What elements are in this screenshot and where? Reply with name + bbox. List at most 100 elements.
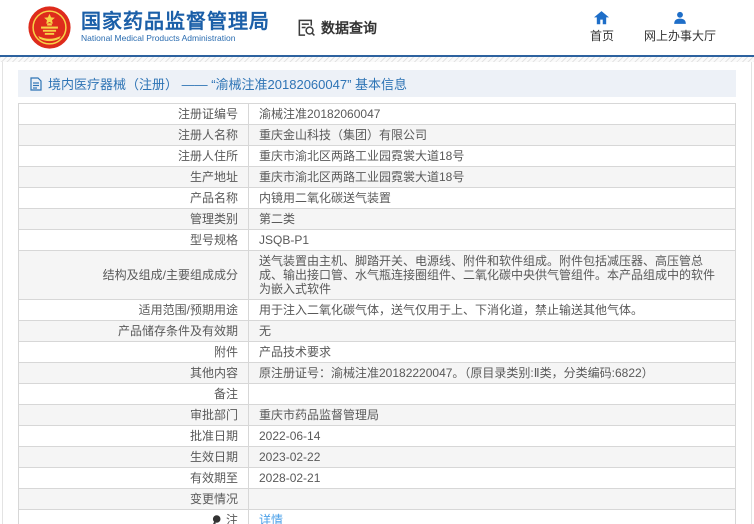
data-query-label: 数据查询 bbox=[321, 19, 377, 36]
field-value-text: 内镜用二氧化碳送气装置 bbox=[259, 191, 392, 205]
note-icon bbox=[212, 515, 221, 524]
table-row: 注册证编号 渝械注准20182060047 bbox=[18, 103, 736, 125]
field-label-text: 生效日期 bbox=[189, 450, 238, 464]
nav-item-service-hall[interactable]: 网上办事大厅 bbox=[644, 11, 716, 44]
field-label-text: 产品储存条件及有效期 bbox=[117, 324, 238, 338]
field-value: 2022-06-14 bbox=[248, 425, 736, 447]
table-row: 批准日期 2022-06-14 bbox=[18, 425, 736, 447]
field-label-text: 适用范围/预期用途 bbox=[138, 303, 238, 317]
field-value-text: JSQB-P1 bbox=[259, 233, 310, 247]
agency-name-en: National Medical Products Administration bbox=[81, 33, 236, 43]
field-value: 送气装置由主机、脚踏开关、电源线、附件和软件组成。附件包括减压器、高压管总成、输… bbox=[248, 250, 736, 300]
field-label: 有效期至 bbox=[18, 467, 249, 489]
field-label: 注册人名称 bbox=[18, 124, 249, 146]
field-label: 生效日期 bbox=[18, 446, 249, 468]
field-value-text: 重庆市渝北区两路工业园霓裳大道18号 bbox=[259, 149, 465, 163]
field-value-text: 重庆市渝北区两路工业园霓裳大道18号 bbox=[259, 170, 465, 184]
table-row: 备注 bbox=[18, 383, 736, 405]
field-value: JSQB-P1 bbox=[248, 229, 736, 251]
table-row: 注册人住所 重庆市渝北区两路工业园霓裳大道18号 bbox=[18, 145, 736, 167]
field-value-text: 第二类 bbox=[259, 212, 296, 226]
field-label: 型号规格 bbox=[18, 229, 249, 251]
field-value: 2028-02-21 bbox=[248, 467, 736, 489]
field-value: 详情 bbox=[248, 509, 736, 524]
field-value: 原注册证号：渝械注准20182220047。（原目录类别:Ⅱ类，分类编码:682… bbox=[248, 362, 736, 384]
table-row: 型号规格 JSQB-P1 bbox=[18, 229, 736, 251]
field-value-text: 重庆金山科技（集团）有限公司 bbox=[259, 128, 428, 142]
document-icon bbox=[30, 76, 42, 91]
table-row: 结构及组成/主要组成成分 送气装置由主机、脚踏开关、电源线、附件和软件组成。附件… bbox=[18, 250, 736, 300]
field-value-text: 2028-02-21 bbox=[259, 471, 321, 485]
header-nav: 首页 网上办事大厅 bbox=[590, 11, 754, 44]
field-label: 注册人住所 bbox=[18, 145, 249, 167]
nav-item-home[interactable]: 首页 bbox=[590, 11, 614, 44]
brand-text: 国家药品监督管理局 National Medical Products Admi… bbox=[81, 11, 270, 44]
page-title: 境内医疗器械（注册） —— “渝械注准20182060047” 基本信息 bbox=[48, 77, 408, 92]
field-label-text: 注 bbox=[225, 513, 238, 524]
table-row: 其他内容 原注册证号：渝械注准20182220047。（原目录类别:Ⅱ类，分类编… bbox=[18, 362, 736, 384]
field-value bbox=[248, 383, 736, 405]
table-row: 有效期至 2028-02-21 bbox=[18, 467, 736, 489]
field-value: 无 bbox=[248, 320, 736, 342]
field-value-text: 2022-06-14 bbox=[259, 429, 321, 443]
field-label: 审批部门 bbox=[18, 404, 249, 426]
field-label-text: 审批部门 bbox=[189, 408, 238, 422]
field-label: 批准日期 bbox=[18, 425, 249, 447]
field-label: 注 bbox=[18, 509, 249, 524]
field-label-text: 型号规格 bbox=[189, 233, 238, 247]
field-value-text: 送气装置由主机、脚踏开关、电源线、附件和软件组成。附件包括减压器、高压管总成、输… bbox=[259, 254, 716, 296]
table-row: 适用范围/预期用途 用于注入二氧化碳气体，送气仅用于上、下消化道，禁止输送其他气… bbox=[18, 299, 736, 321]
field-label-text: 结构及组成/主要组成成分 bbox=[102, 268, 238, 282]
field-label: 产品名称 bbox=[18, 187, 249, 209]
field-value: 产品技术要求 bbox=[248, 341, 736, 363]
field-value-text: 渝械注准20182060047 bbox=[259, 107, 381, 121]
field-value: 重庆市渝北区两路工业园霓裳大道18号 bbox=[248, 145, 736, 167]
field-value: 内镜用二氧化碳送气装置 bbox=[248, 187, 736, 209]
table-row: 注 详情 bbox=[18, 509, 736, 524]
breadcrumb: 境内医疗器械（注册） —— “渝械注准20182060047” 基本信息 bbox=[18, 70, 736, 97]
field-label: 附件 bbox=[18, 341, 249, 363]
field-label-text: 备注 bbox=[213, 387, 238, 401]
field-label: 管理类别 bbox=[18, 208, 249, 230]
field-label-text: 产品名称 bbox=[189, 191, 238, 205]
nav-item-label: 首页 bbox=[589, 29, 614, 43]
field-value: 第二类 bbox=[248, 208, 736, 230]
data-query-nav[interactable]: 数据查询 bbox=[296, 17, 377, 38]
field-label: 其他内容 bbox=[18, 362, 249, 384]
field-label: 适用范围/预期用途 bbox=[18, 299, 249, 321]
table-row: 附件 产品技术要求 bbox=[18, 341, 736, 363]
field-label-text: 注册人名称 bbox=[177, 128, 238, 142]
content-area: 境内医疗器械（注册） —— “渝械注准20182060047” 基本信息 注册证… bbox=[2, 62, 752, 524]
field-value-text: 重庆市药品监督管理局 bbox=[259, 408, 380, 422]
nmpa-brand[interactable]: 国家药品监督管理局 National Medical Products Admi… bbox=[27, 5, 270, 50]
field-label: 生产地址 bbox=[18, 166, 249, 188]
national-emblem-logo bbox=[27, 5, 72, 50]
field-value bbox=[248, 488, 736, 510]
field-label: 备注 bbox=[18, 383, 249, 405]
field-label-text: 注册人住所 bbox=[177, 149, 238, 163]
field-label: 结构及组成/主要组成成分 bbox=[18, 250, 249, 300]
field-label-text: 有效期至 bbox=[189, 471, 238, 485]
home-icon bbox=[594, 11, 610, 25]
table-row: 审批部门 重庆市药品监督管理局 bbox=[18, 404, 736, 426]
field-label-text: 管理类别 bbox=[189, 212, 238, 226]
field-value: 重庆市渝北区两路工业园霓裳大道18号 bbox=[248, 166, 736, 188]
field-label: 变更情况 bbox=[18, 488, 249, 510]
table-row: 生效日期 2023-02-22 bbox=[18, 446, 736, 468]
details-link[interactable]: 详情 bbox=[259, 513, 283, 524]
table-row: 管理类别 第二类 bbox=[18, 208, 736, 230]
field-label-text: 生产地址 bbox=[189, 170, 238, 184]
table-row: 产品名称 内镜用二氧化碳送气装置 bbox=[18, 187, 736, 209]
field-value-text: 用于注入二氧化碳气体，送气仅用于上、下消化道，禁止输送其他气体。 bbox=[259, 303, 644, 317]
field-value: 用于注入二氧化碳气体，送气仅用于上、下消化道，禁止输送其他气体。 bbox=[248, 299, 736, 321]
registration-info-table: 注册证编号 渝械注准20182060047 注册人名称 重庆金山科技（集团）有限… bbox=[18, 103, 736, 524]
person-icon bbox=[673, 11, 687, 25]
field-value-text: 无 bbox=[259, 324, 272, 338]
table-row: 注册人名称 重庆金山科技（集团）有限公司 bbox=[18, 124, 736, 146]
field-value-text: 2023-02-22 bbox=[259, 450, 321, 464]
table-row: 变更情况 bbox=[18, 488, 736, 510]
field-label: 注册证编号 bbox=[18, 103, 249, 125]
field-value: 重庆市药品监督管理局 bbox=[248, 404, 736, 426]
site-header: 国家药品监督管理局 National Medical Products Admi… bbox=[0, 0, 754, 55]
data-query-icon bbox=[296, 17, 317, 38]
